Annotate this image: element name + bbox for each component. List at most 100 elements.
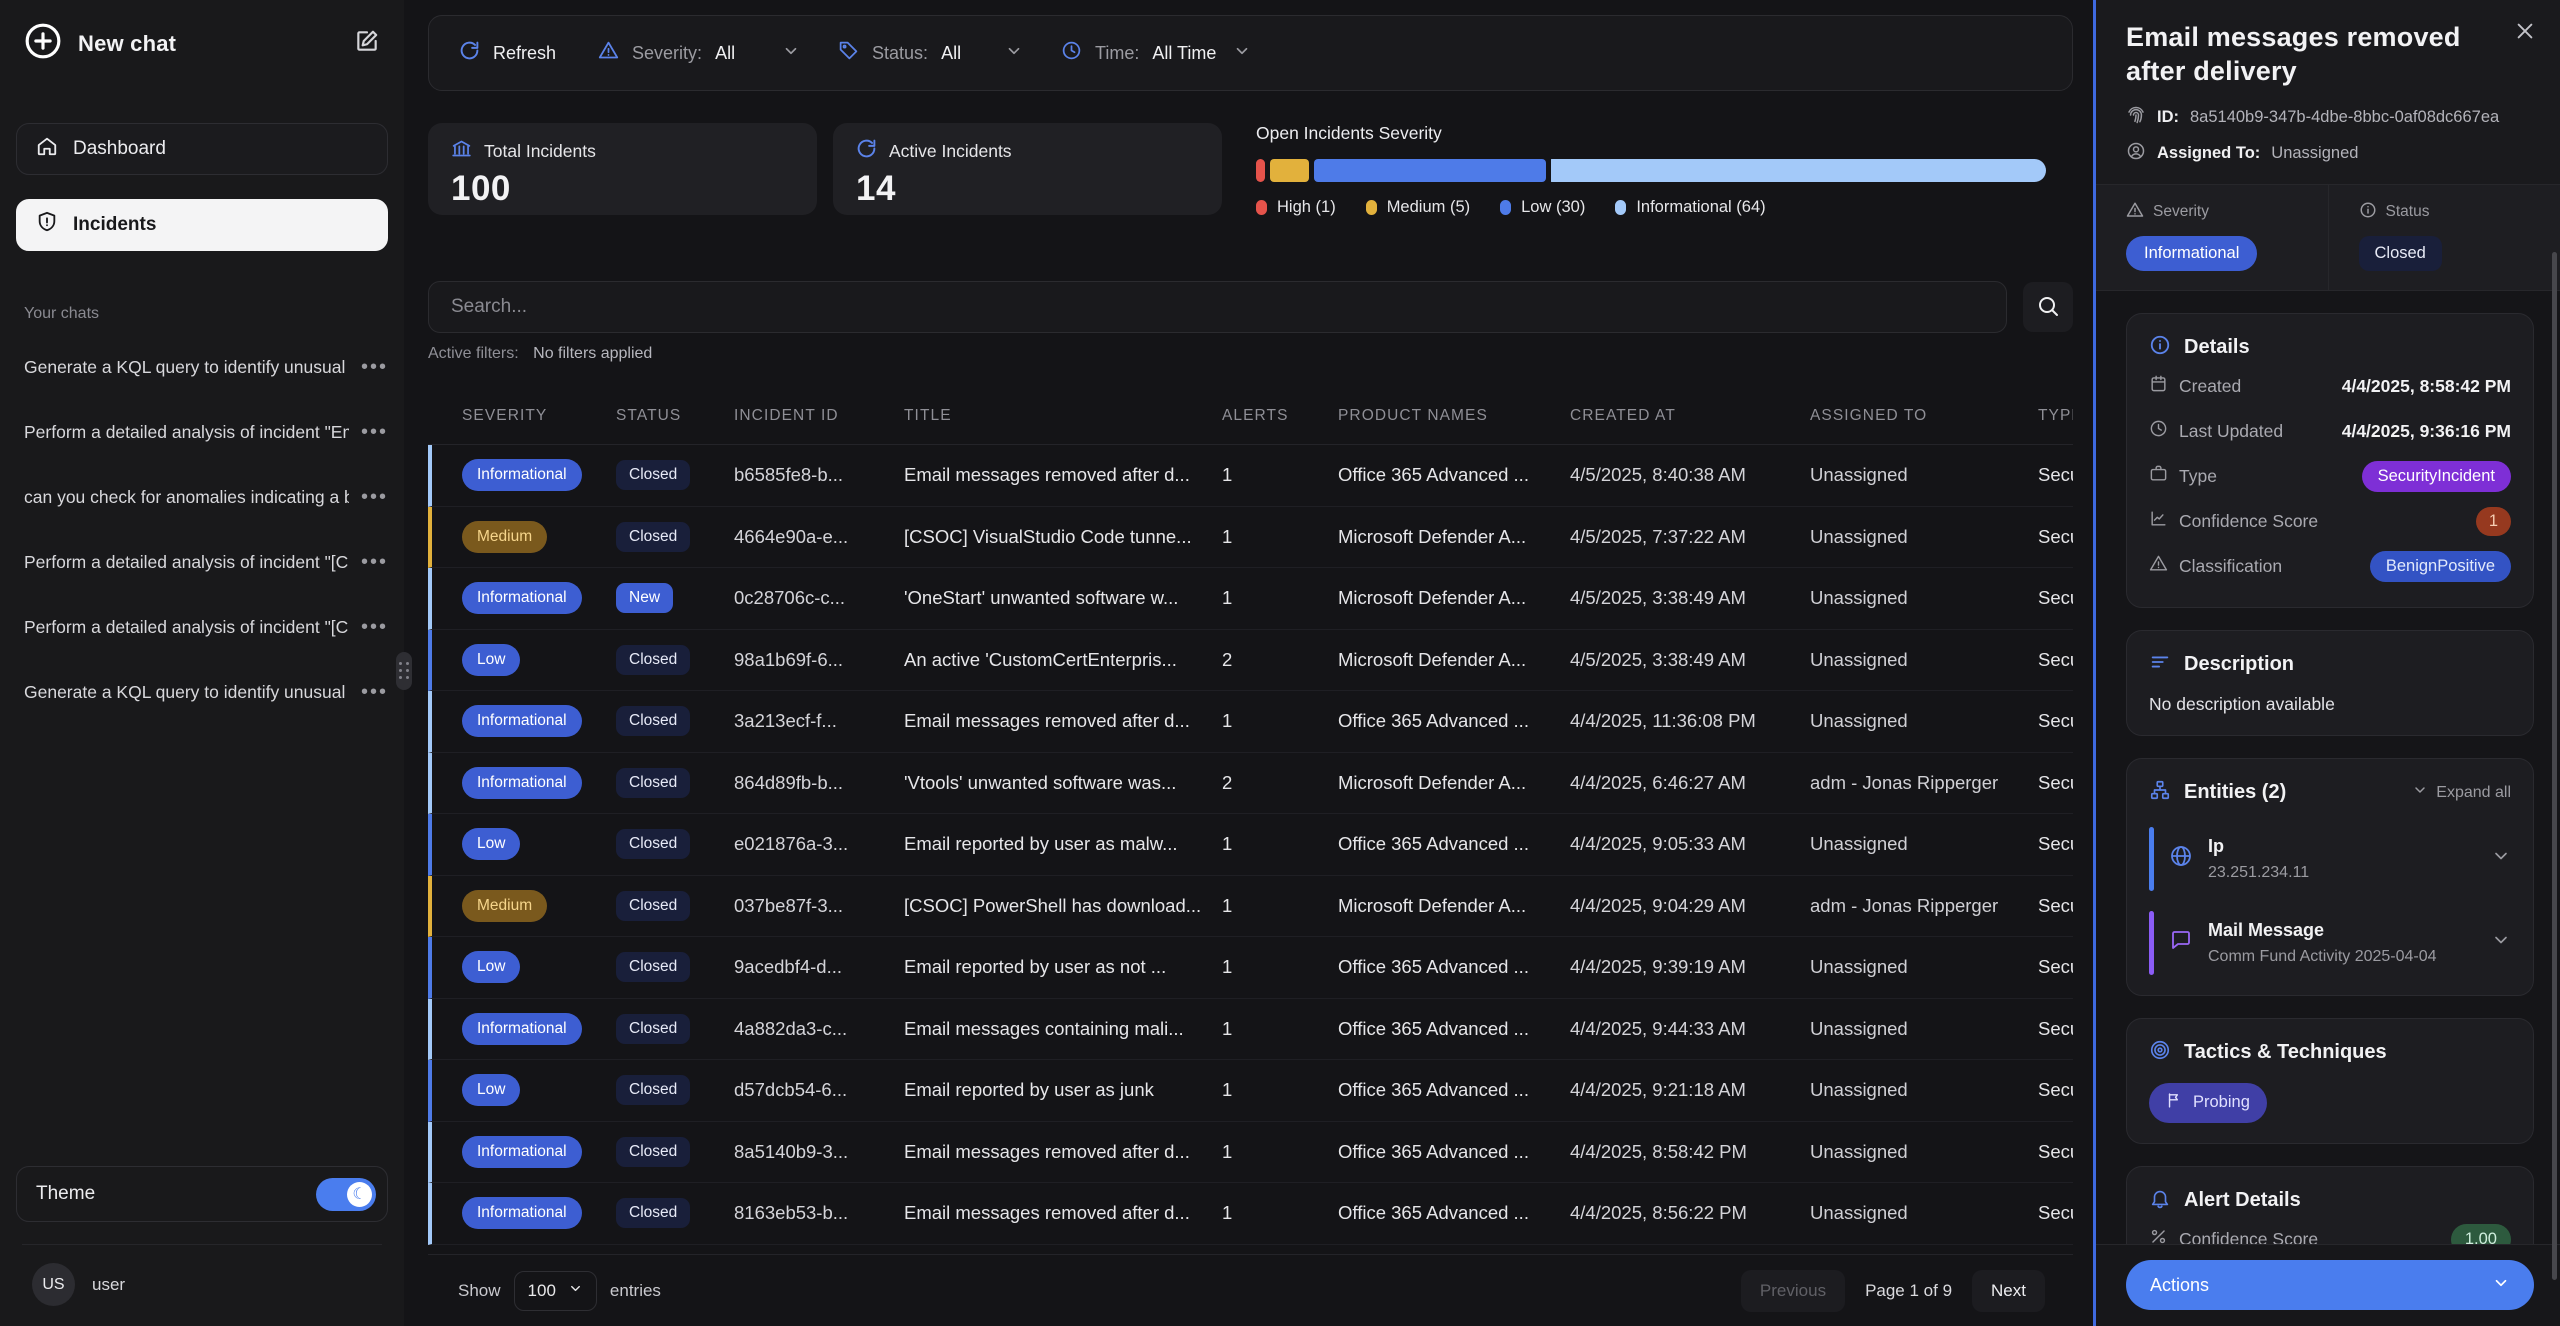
time-filter-dropdown[interactable]: Time: All Time	[1061, 40, 1251, 66]
chevron-down-icon[interactable]	[2491, 846, 2511, 871]
search-button[interactable]	[2023, 282, 2073, 332]
title-cell: Email messages removed after d...	[904, 1141, 1222, 1163]
severity-badge: Low	[462, 1074, 520, 1106]
table-row[interactable]: Informational Closed 8163eb53-b... Email…	[428, 1183, 2073, 1245]
total-incidents-label: Total Incidents	[484, 141, 596, 162]
compose-icon[interactable]	[354, 28, 380, 59]
legend-item-low: Low (30)	[1500, 198, 1585, 217]
table-row[interactable]: Informational Closed b6585fe8-b... Email…	[428, 445, 2073, 507]
chevron-down-icon	[568, 1281, 583, 1301]
sidebar-item-dashboard[interactable]: Dashboard	[16, 123, 388, 175]
theme-label: Theme	[36, 1183, 95, 1205]
page-size-select[interactable]: 100	[514, 1271, 597, 1311]
chat-list-item[interactable]: Generate a KQL query to identify unusual…	[0, 660, 404, 725]
alert-triangle-icon	[598, 40, 619, 66]
ellipsis-menu-icon[interactable]: •••	[361, 486, 388, 509]
table-row[interactable]: Low Closed 98a1b69f-6... An active 'Cust…	[428, 630, 2073, 692]
assigned-to-cell: Unassigned	[1810, 1079, 2038, 1101]
ellipsis-menu-icon[interactable]: •••	[361, 421, 388, 444]
expand-all-button[interactable]: Expand all	[2412, 782, 2511, 803]
target-icon	[2149, 1039, 2171, 1067]
table-row[interactable]: Informational Closed 4a882da3-c... Email…	[428, 999, 2073, 1061]
legend-dot	[1256, 200, 1267, 215]
chat-list-item[interactable]: Perform a detailed analysis of incident …	[0, 400, 404, 465]
status-badge: Closed	[616, 1137, 690, 1167]
table-header: SEVERITY STATUS INCIDENT ID TITLE ALERTS…	[428, 387, 2073, 445]
status-badge: Closed	[616, 706, 690, 736]
actions-button[interactable]: Actions	[2126, 1260, 2534, 1310]
title-cell: An active 'CustomCertEnterpris...	[904, 649, 1222, 671]
chevron-down-icon[interactable]	[2491, 930, 2511, 955]
assigned-to-label: Assigned To:	[2157, 144, 2260, 163]
main-content: Refresh Severity: All Status: All	[404, 0, 2093, 1326]
alerts-cell: 1	[1222, 895, 1338, 917]
confidence-badge: 1	[2476, 507, 2511, 536]
assigned-to-value: Unassigned	[2271, 144, 2358, 163]
entity-item-mail-message[interactable]: Mail Message Comm Fund Activity 2025-04-…	[2149, 911, 2511, 975]
incident-id-cell: 98a1b69f-6...	[734, 649, 904, 671]
ellipsis-menu-icon[interactable]: •••	[361, 356, 388, 379]
active-filters: Active filters: No filters applied	[428, 345, 2073, 363]
active-incidents-value: 14	[856, 169, 1199, 209]
panel-scroll-area[interactable]: Details Created 4/4/2025, 8:58:42 PM Las…	[2096, 291, 2560, 1244]
new-chat-label[interactable]: New chat	[78, 31, 176, 57]
product-names-cell: Office 365 Advanced ...	[1338, 833, 1570, 855]
next-button[interactable]: Next	[1972, 1270, 2045, 1312]
sidebar-resize-handle[interactable]	[396, 652, 412, 690]
panel-severity-badge: Informational	[2126, 236, 2257, 271]
close-icon[interactable]	[2514, 20, 2536, 47]
title-cell: Email messages removed after d...	[904, 464, 1222, 486]
alert-details-card: Alert Details Confidence Score 1.00 View…	[2126, 1166, 2534, 1244]
created-at-cell: 4/4/2025, 9:04:29 AM	[1570, 895, 1810, 917]
created-at-cell: 4/4/2025, 9:05:33 AM	[1570, 833, 1810, 855]
title-cell: 'OneStart' unwanted software w...	[904, 587, 1222, 609]
previous-button[interactable]: Previous	[1741, 1270, 1845, 1312]
entity-accent	[2149, 827, 2154, 891]
created-at-cell: 4/4/2025, 8:58:42 PM	[1570, 1141, 1810, 1163]
alert-triangle-icon	[2149, 554, 2168, 578]
chat-list-item[interactable]: can you check for anomalies indicating a…	[0, 465, 404, 530]
plus-circle-icon[interactable]	[24, 22, 62, 65]
severity-status-band: Severity Informational Status Closed	[2096, 184, 2560, 291]
severity-badge: Informational	[462, 1136, 582, 1168]
tactic-badge-probing: Probing	[2149, 1083, 2267, 1123]
table-row[interactable]: Medium Closed 4664e90a-e... [CSOC] Visua…	[428, 507, 2073, 569]
created-at-cell: 4/4/2025, 9:21:18 AM	[1570, 1079, 1810, 1101]
ellipsis-menu-icon[interactable]: •••	[361, 616, 388, 639]
col-incident-id: INCIDENT ID	[734, 407, 904, 425]
chat-list-item[interactable]: Perform a detailed analysis of incident …	[0, 595, 404, 660]
product-names-cell: Office 365 Advanced ...	[1338, 956, 1570, 978]
table-row[interactable]: Low Closed 9acedbf4-d... Email reported …	[428, 937, 2073, 999]
status-badge: Closed	[616, 1014, 690, 1044]
ellipsis-menu-icon[interactable]: •••	[361, 551, 388, 574]
ellipsis-menu-icon[interactable]: •••	[361, 681, 388, 704]
user-circle-icon	[2126, 141, 2146, 166]
table-row[interactable]: Informational Closed 864d89fb-b... 'Vtoo…	[428, 753, 2073, 815]
entity-item-ip[interactable]: Ip 23.251.234.11	[2149, 827, 2511, 891]
alert-triangle-icon	[2126, 201, 2144, 224]
refresh-button[interactable]: Refresh	[459, 40, 556, 66]
table-row[interactable]: Informational Closed 8a5140b9-3... Email…	[428, 1122, 2073, 1184]
table-row[interactable]: Informational New 0c28706c-c... 'OneStar…	[428, 568, 2073, 630]
chat-list-item[interactable]: Perform a detailed analysis of incident …	[0, 530, 404, 595]
severity-filter-dropdown[interactable]: Severity: All	[598, 40, 800, 66]
table-row[interactable]: Low Closed e021876a-3... Email reported …	[428, 814, 2073, 876]
panel-severity-label: Severity	[2153, 203, 2209, 221]
severity-badge: Medium	[462, 521, 547, 553]
status-filter-dropdown[interactable]: Status: All	[838, 40, 1023, 66]
assigned-to-cell: Unassigned	[1810, 464, 2038, 486]
chat-list-item[interactable]: Generate a KQL query to identify unusual…	[0, 335, 404, 400]
severity-chart-title: Open Incidents Severity	[1256, 123, 2073, 144]
sidebar-item-incidents[interactable]: Incidents	[16, 199, 388, 251]
status-badge: Closed	[616, 1198, 690, 1228]
table-row[interactable]: Low Closed d57dcb54-6... Email reported …	[428, 1060, 2073, 1122]
theme-toggle[interactable]: ☾	[316, 1178, 376, 1211]
table-row[interactable]: Informational Closed 3a213ecf-f... Email…	[428, 691, 2073, 753]
search-input[interactable]	[451, 296, 1984, 318]
severity-badge: Informational	[462, 705, 582, 737]
status-badge: Closed	[616, 645, 690, 675]
user-profile[interactable]: US user	[22, 1263, 382, 1306]
panel-scrollbar[interactable]	[2552, 252, 2557, 1280]
alerts-cell: 2	[1222, 649, 1338, 671]
table-row[interactable]: Medium Closed 037be87f-3... [CSOC] Power…	[428, 876, 2073, 938]
